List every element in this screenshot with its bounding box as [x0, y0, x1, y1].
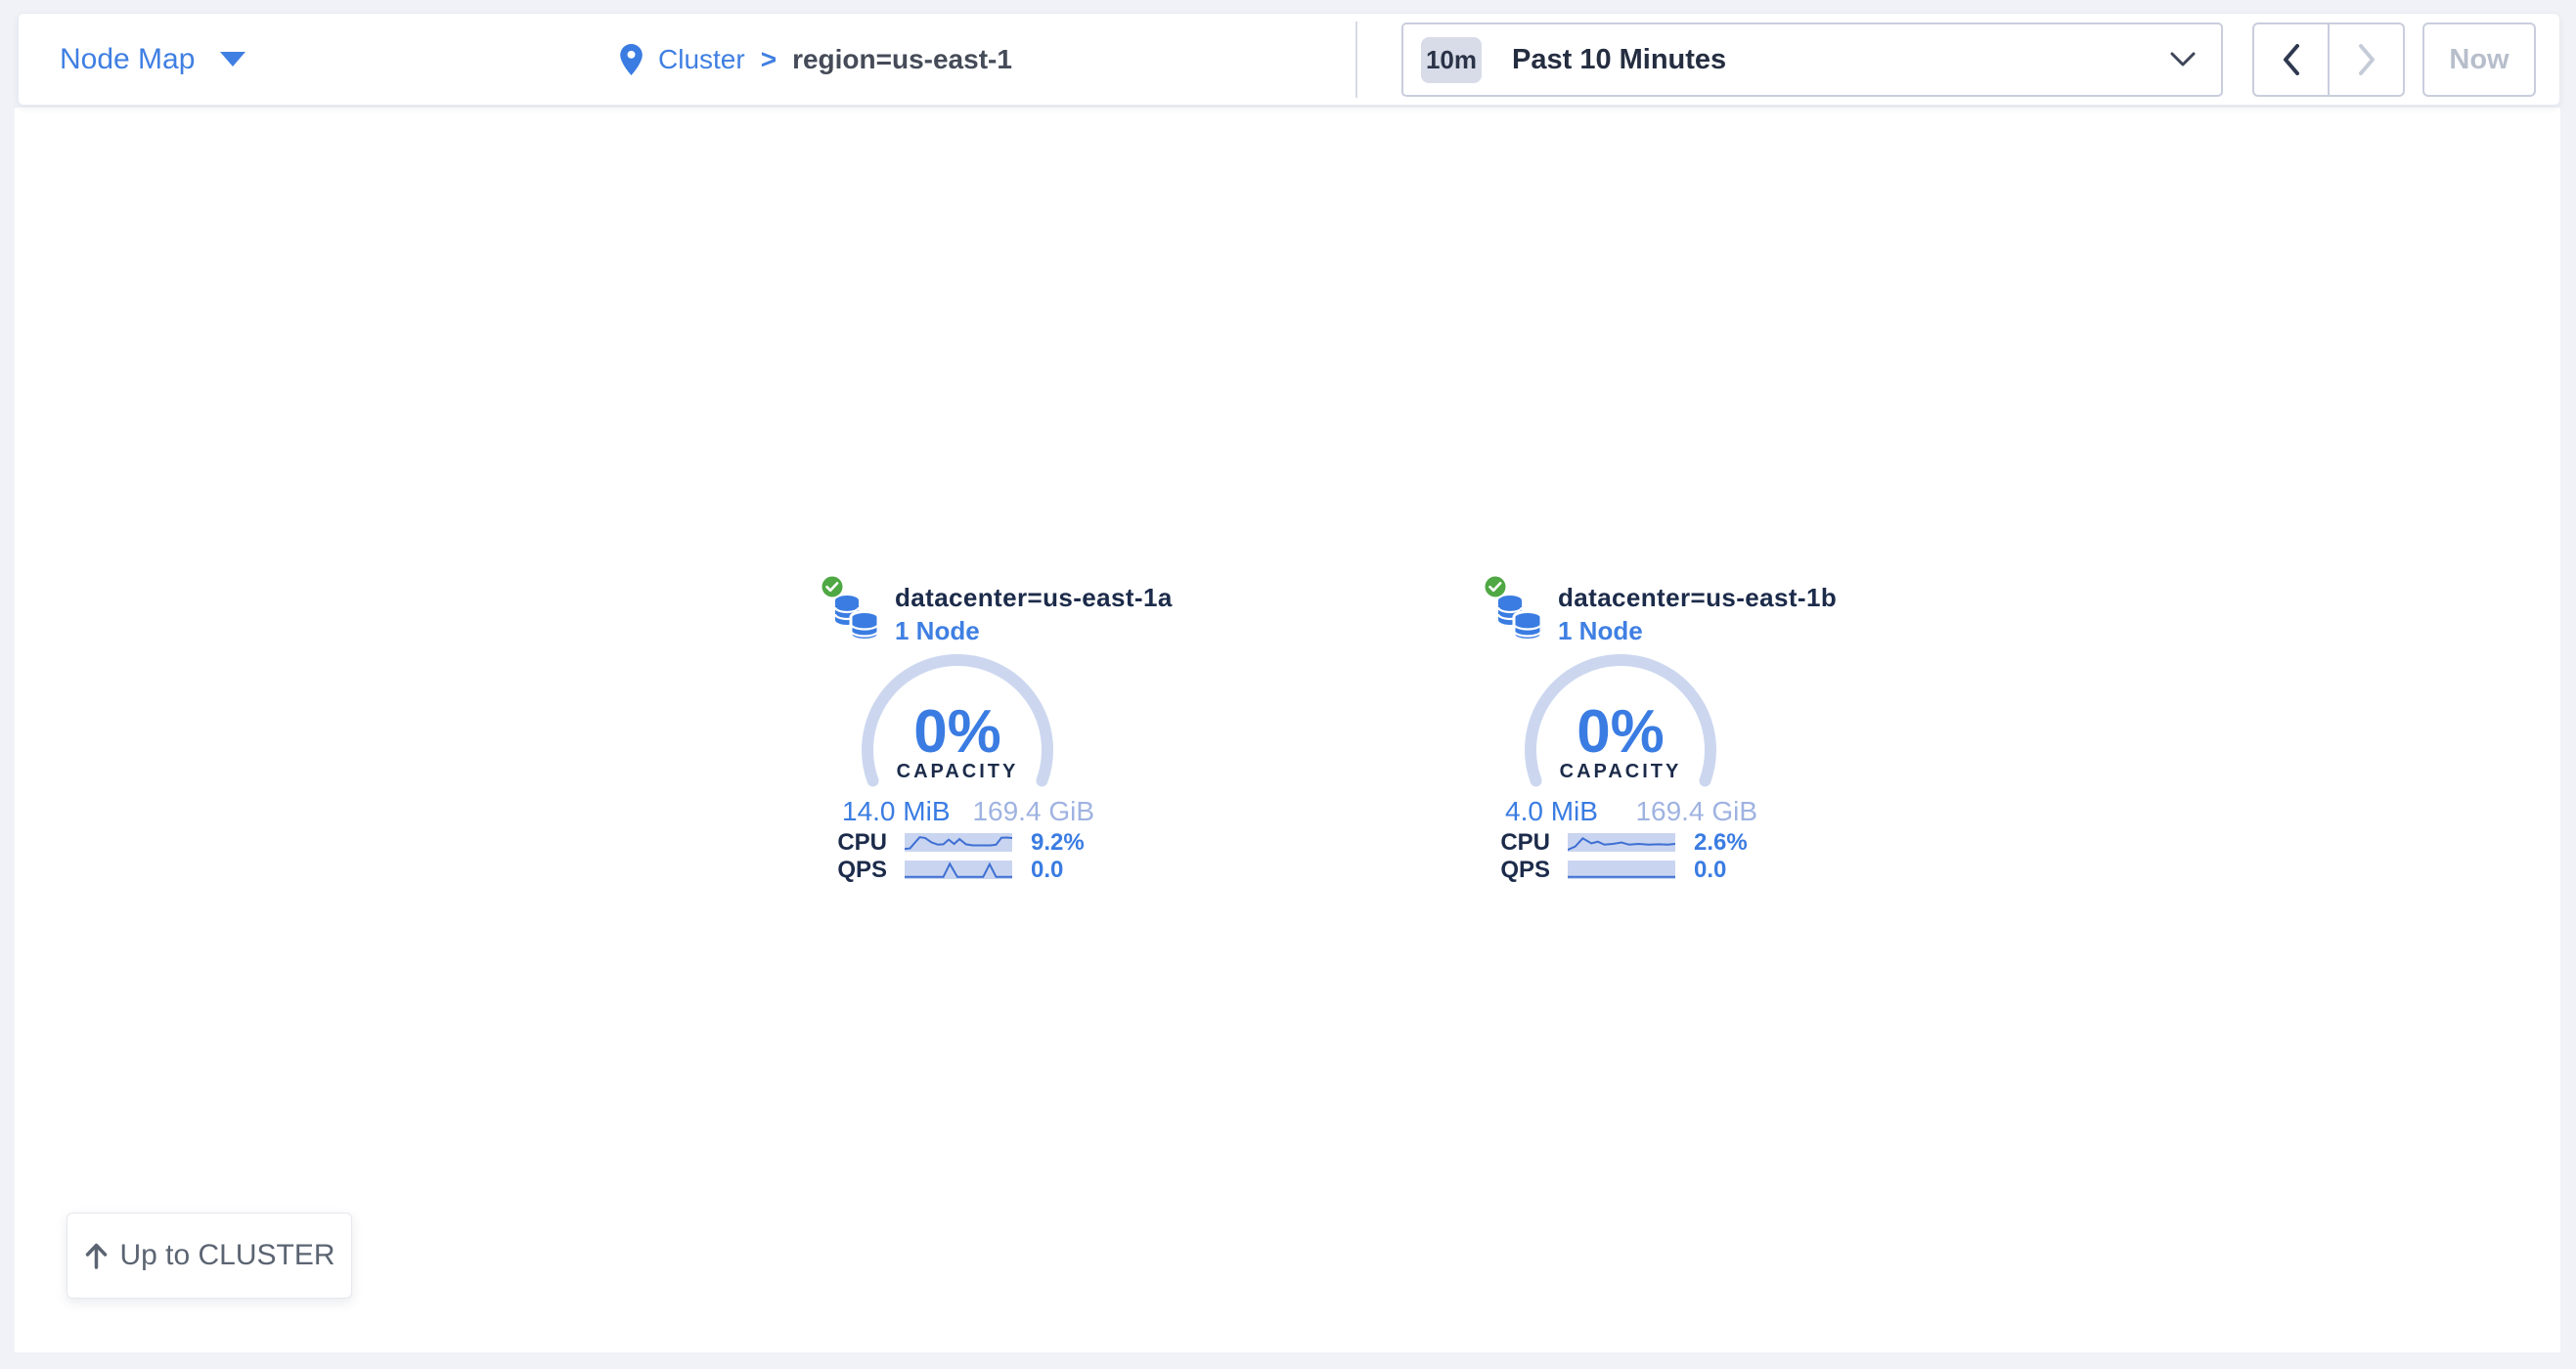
time-window-label: Past 10 Minutes [1512, 44, 2170, 76]
locality-card-us-east-1a[interactable]: datacenter=us-east-1a 1 Node 0% CAPACITY… [818, 572, 1111, 895]
capacity-total: 169.4 GiB [972, 796, 1094, 827]
capacity-used: 4.0 MiB [1505, 796, 1598, 827]
time-forward-button[interactable] [2328, 24, 2403, 95]
locality-title: datacenter=us-east-1a [895, 583, 1173, 613]
node-map-canvas [15, 108, 2560, 1352]
chevron-left-icon [2282, 43, 2301, 76]
capacity-percent: 0% [860, 702, 1055, 763]
capacity-caption: CAPACITY [1523, 762, 1718, 781]
qps-value: 0.0 [1694, 860, 1726, 881]
capacity-usage-row: 14.0 MiB 169.4 GiB [842, 796, 1094, 827]
map-pin-icon [620, 44, 643, 75]
qps-metric-row: QPS 0.0 [1481, 860, 1774, 881]
capacity-usage-row: 4.0 MiB 169.4 GiB [1505, 796, 1757, 827]
qps-label: QPS [818, 860, 887, 881]
locality-node-count[interactable]: 1 Node [895, 616, 980, 646]
up-to-cluster-button[interactable]: Up to CLUSTER [67, 1213, 352, 1299]
header-bar: Node Map Cluster > region=us-east-1 10m … [18, 13, 2560, 106]
chevron-right-icon [2357, 43, 2376, 76]
capacity-used: 14.0 MiB [842, 796, 951, 827]
cpu-metric-row: CPU 9.2% [818, 832, 1111, 854]
time-nav-group [2252, 22, 2405, 97]
up-to-cluster-label: Up to CLUSTER [119, 1239, 334, 1272]
caret-down-icon [220, 52, 245, 66]
cpu-sparkline [905, 833, 1012, 852]
check-circle-icon [1483, 574, 1508, 599]
capacity-percent: 0% [1523, 702, 1718, 763]
qps-metric-row: QPS 0.0 [818, 860, 1111, 881]
now-button[interactable]: Now [2422, 22, 2536, 97]
qps-label: QPS [1481, 860, 1550, 881]
check-circle-icon [820, 574, 845, 599]
capacity-total: 169.4 GiB [1635, 796, 1757, 827]
qps-sparkline [1568, 861, 1675, 879]
breadcrumb-link-cluster[interactable]: Cluster [658, 44, 745, 75]
database-stack-icon [1496, 594, 1545, 642]
breadcrumb-current: region=us-east-1 [792, 44, 1012, 75]
arrow-up-icon [83, 1241, 110, 1270]
view-selector-label: Node Map [60, 43, 195, 76]
cpu-label: CPU [818, 832, 887, 854]
cpu-label: CPU [1481, 832, 1550, 854]
locality-title: datacenter=us-east-1b [1558, 583, 1837, 613]
qps-sparkline [905, 861, 1012, 879]
time-range-badge: 10m [1421, 37, 1482, 83]
capacity-caption: CAPACITY [860, 762, 1055, 781]
qps-value: 0.0 [1031, 860, 1063, 881]
database-stack-icon [833, 594, 882, 642]
locality-node-count[interactable]: 1 Node [1558, 616, 1643, 646]
header-divider [1355, 22, 1357, 98]
view-selector-dropdown[interactable]: Node Map [60, 14, 245, 105]
cpu-value: 2.6% [1694, 832, 1748, 854]
cpu-value: 9.2% [1031, 832, 1085, 854]
time-window-select[interactable]: 10m Past 10 Minutes [1401, 22, 2223, 97]
breadcrumb-separator: > [761, 44, 777, 75]
cpu-sparkline [1568, 833, 1675, 852]
cpu-metric-row: CPU 2.6% [1481, 832, 1774, 854]
locality-card-us-east-1b[interactable]: datacenter=us-east-1b 1 Node 0% CAPACITY… [1481, 572, 1774, 895]
chevron-down-icon [2170, 52, 2196, 67]
time-back-button[interactable] [2254, 24, 2328, 95]
breadcrumb: Cluster > region=us-east-1 [620, 14, 1012, 105]
